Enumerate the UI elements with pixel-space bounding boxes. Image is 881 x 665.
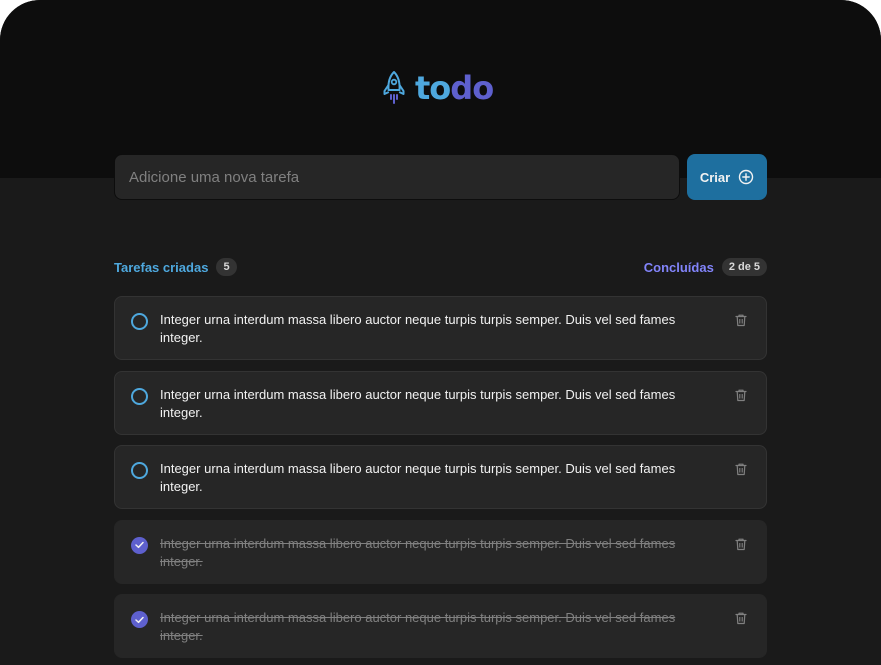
new-task-input[interactable] xyxy=(114,154,680,200)
logo-text-to: to xyxy=(415,69,451,107)
task-item: Integer urna interdum massa libero aucto… xyxy=(114,445,767,509)
task-item: Integer urna interdum massa libero aucto… xyxy=(114,594,767,658)
task-list: Integer urna interdum massa libero aucto… xyxy=(114,296,767,665)
logo-text-do: do xyxy=(450,69,494,107)
task-item: Integer urna interdum massa libero aucto… xyxy=(114,296,767,360)
app-window: todo Criar Tarefas criadas 5 Concluídas … xyxy=(0,0,881,665)
checkmark-icon xyxy=(135,541,144,549)
task-text: Integer urna interdum massa libero aucto… xyxy=(160,386,676,420)
trash-icon[interactable] xyxy=(734,537,750,553)
trash-icon[interactable] xyxy=(734,313,750,329)
create-button[interactable]: Criar xyxy=(687,154,767,200)
rocket-icon xyxy=(383,70,405,106)
task-item: Integer urna interdum massa libero aucto… xyxy=(114,370,767,435)
new-task-form: Criar xyxy=(114,154,767,200)
done-counter: Concluídas 2 de 5 xyxy=(644,258,767,276)
task-text: Integer urna interdum massa libero aucto… xyxy=(160,535,676,569)
created-label: Tarefas criadas xyxy=(114,259,209,275)
task-checkbox[interactable] xyxy=(131,387,148,405)
task-text: Integer urna interdum massa libero aucto… xyxy=(160,461,676,494)
task-text: Integer urna interdum massa libero aucto… xyxy=(160,312,676,345)
create-button-label: Criar xyxy=(699,169,731,185)
task-checkbox-checked[interactable] xyxy=(131,536,148,554)
task-checkbox-checked[interactable] xyxy=(131,611,148,628)
checkmark-icon xyxy=(135,616,144,623)
done-count-badge: 2 de 5 xyxy=(721,258,767,276)
task-summary: Tarefas criadas 5 Concluídas 2 de 5 xyxy=(114,258,767,276)
logo-text: todo xyxy=(415,69,494,107)
trash-icon[interactable] xyxy=(734,611,750,627)
task-item: Integer urna interdum massa libero aucto… xyxy=(114,519,767,584)
task-checkbox[interactable] xyxy=(131,462,148,479)
trash-icon[interactable] xyxy=(734,388,750,404)
task-checkbox[interactable] xyxy=(131,313,148,330)
done-label: Concluídas xyxy=(643,259,714,275)
created-count-badge: 5 xyxy=(216,258,237,276)
plus-circle-icon xyxy=(738,169,754,185)
trash-icon[interactable] xyxy=(734,462,750,478)
logo: todo xyxy=(383,69,494,107)
created-counter: Tarefas criadas 5 xyxy=(114,258,237,276)
task-text: Integer urna interdum massa libero aucto… xyxy=(160,610,676,643)
